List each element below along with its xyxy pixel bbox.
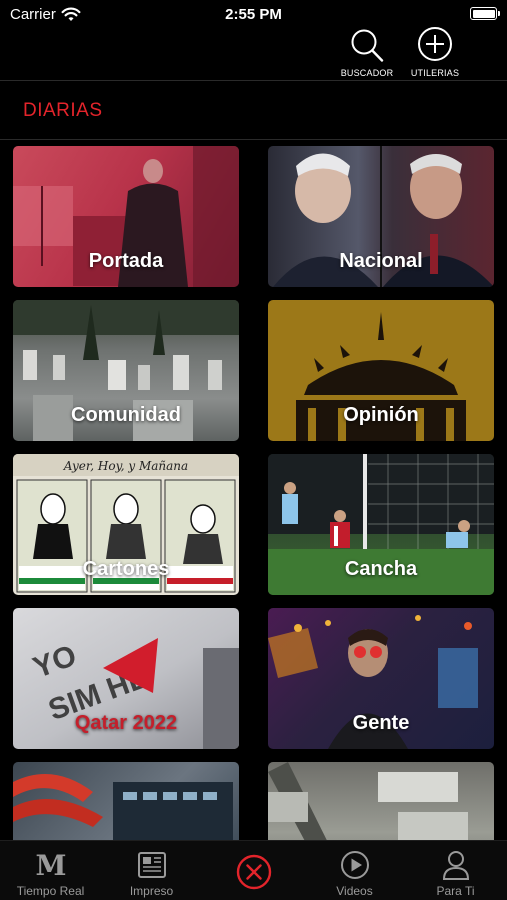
- search-button[interactable]: BUSCADOR: [337, 26, 397, 78]
- tab-label: Videos: [336, 884, 373, 898]
- card-cancha[interactable]: Cancha: [268, 454, 494, 595]
- decorative-text: YO: [29, 639, 81, 685]
- search-icon: [351, 29, 384, 62]
- utilities-button-label: UTILERIAS: [410, 68, 460, 78]
- utilities-button[interactable]: UTILERIAS: [405, 26, 465, 78]
- sections-grid: Portada Nacional Comunidad Opinión Ayer,…: [13, 146, 495, 841]
- card-aerial[interactable]: [268, 762, 494, 841]
- card-nacional[interactable]: Nacional: [268, 146, 494, 287]
- tab-label: Para Ti: [436, 884, 475, 898]
- aerial-image: [268, 762, 468, 841]
- card-label: Qatar 2022: [74, 712, 178, 734]
- close-circle-icon: [236, 854, 271, 890]
- tab-label: Tiempo Real: [16, 884, 85, 898]
- m-logo-icon: M: [35, 849, 66, 882]
- close-menu-button[interactable]: [203, 841, 304, 900]
- battery-icon: [470, 7, 500, 20]
- tab-videos[interactable]: Videos: [304, 841, 405, 900]
- svg-text:M: M: [35, 849, 66, 882]
- header-divider: [0, 80, 507, 81]
- card-label: Cartones: [82, 558, 170, 580]
- clock: 2:55 PM: [225, 6, 282, 23]
- card-label: Nacional: [339, 250, 423, 272]
- card-tecnologia[interactable]: [13, 762, 239, 841]
- tab-bar: M Tiempo Real Impreso Videos Para Ti: [0, 840, 507, 900]
- tab-label: Impreso: [129, 884, 174, 898]
- section-divider: [0, 139, 507, 140]
- tab-tiempo-real[interactable]: M Tiempo Real: [0, 841, 101, 900]
- play-circle-icon: [340, 851, 369, 879]
- card-opinion[interactable]: Opinión: [268, 300, 494, 441]
- header-actions: BUSCADOR UTILERIAS: [337, 26, 465, 78]
- newspaper-icon: [137, 852, 166, 878]
- card-portada[interactable]: Portada: [13, 146, 239, 287]
- card-label: Comunidad: [71, 404, 181, 426]
- card-gente[interactable]: Gente: [268, 608, 494, 749]
- user-icon: [442, 851, 469, 880]
- search-button-label: BUSCADOR: [340, 68, 394, 78]
- tab-impreso[interactable]: Impreso: [101, 841, 202, 900]
- tab-para-ti[interactable]: Para Ti: [405, 841, 506, 900]
- card-label: Portada: [88, 250, 164, 272]
- section-title: DIARIAS: [23, 100, 103, 121]
- card-qatar-2022[interactable]: YO SIM HE Qatar 2022: [13, 608, 239, 749]
- card-label: Gente: [352, 712, 410, 734]
- network-image: [13, 774, 233, 841]
- cartoon-title: Ayer, Hoy, y Mañana: [63, 459, 188, 473]
- plus-circle-icon: [418, 27, 452, 61]
- card-label: Opinión: [343, 404, 419, 426]
- card-comunidad[interactable]: Comunidad: [13, 300, 239, 441]
- card-cartones[interactable]: Ayer, Hoy, y Mañana Cartones: [13, 454, 239, 595]
- card-label: Cancha: [344, 558, 418, 580]
